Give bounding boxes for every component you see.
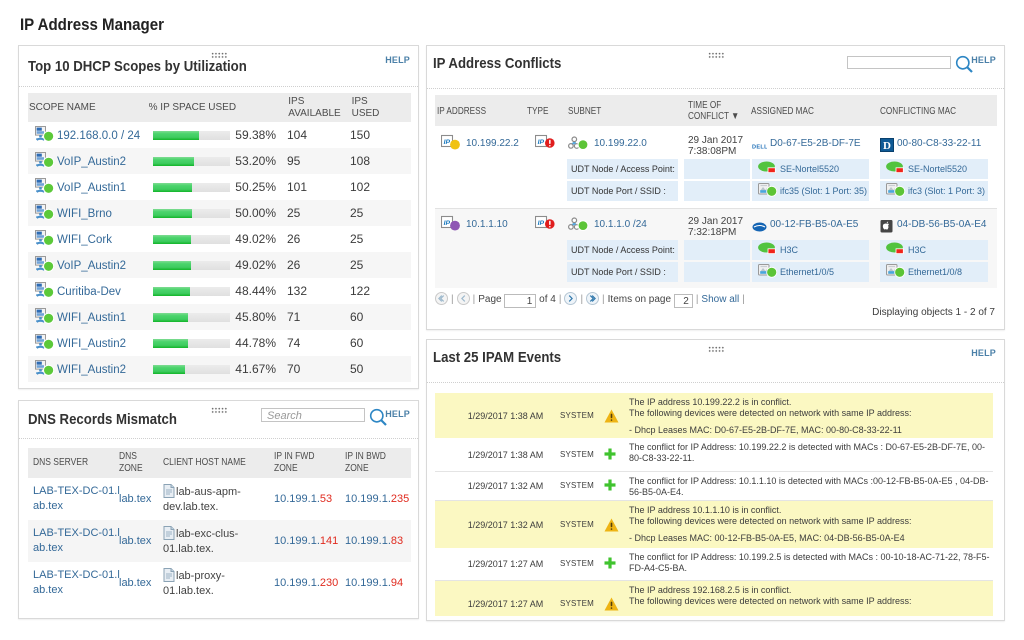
svg-text:IP: IP	[538, 220, 545, 227]
svg-text:D: D	[883, 140, 891, 152]
svg-text:IP: IP	[444, 220, 451, 227]
svg-text:DELL: DELL	[752, 144, 767, 150]
svg-text:IP: IP	[538, 139, 545, 146]
svg-text:IP: IP	[444, 139, 451, 146]
